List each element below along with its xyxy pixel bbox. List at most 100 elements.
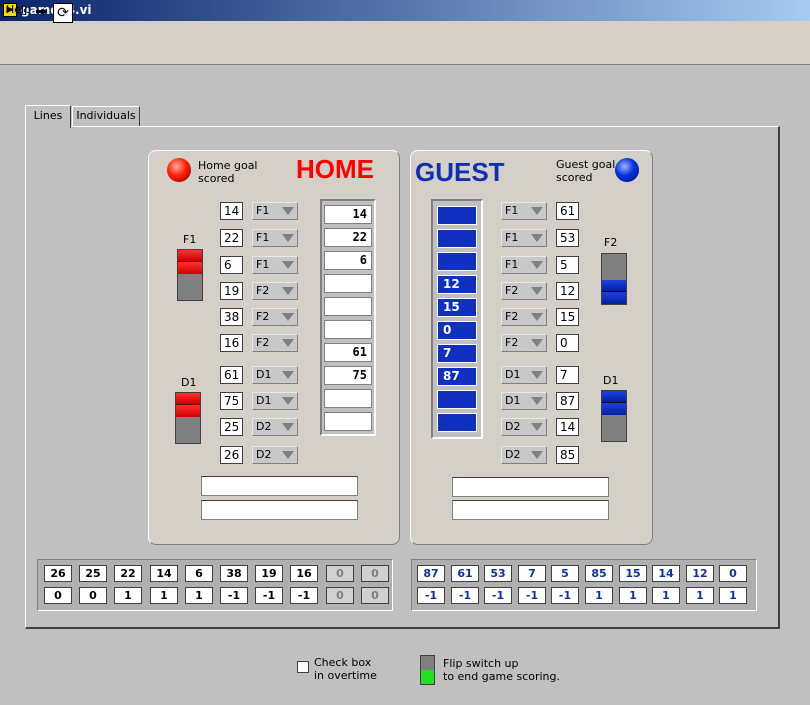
home-summary-cell[interactable]: 14: [150, 565, 178, 582]
overtime-checkbox[interactable]: [297, 661, 309, 673]
guest-summary-cell[interactable]: -1: [551, 587, 579, 604]
home-position-ring[interactable]: D2: [252, 418, 298, 436]
guest-player-number[interactable]: 5: [556, 256, 579, 274]
guest-player-number[interactable]: 14: [556, 418, 579, 436]
home-position-ring[interactable]: D2: [252, 446, 298, 464]
home-summary-cell[interactable]: 0: [326, 565, 354, 582]
guest-player-number[interactable]: 0: [556, 334, 579, 352]
guest-position-ring[interactable]: F2: [501, 334, 547, 352]
guest-summary-cell[interactable]: 0: [719, 565, 747, 582]
home-defense-slider[interactable]: [175, 392, 201, 444]
guest-on-ice-cell[interactable]: 0: [437, 321, 477, 340]
run-continuously-icon[interactable]: ⟳: [53, 3, 73, 23]
home-on-ice-cell[interactable]: [324, 389, 372, 408]
tab-lines[interactable]: Lines: [25, 105, 71, 128]
home-position-ring[interactable]: F1: [252, 202, 298, 220]
home-on-ice-cell[interactable]: [324, 274, 372, 293]
home-summary-cell[interactable]: 1: [150, 587, 178, 604]
home-on-ice-cell[interactable]: [324, 297, 372, 316]
home-on-ice-cell[interactable]: 6: [324, 251, 372, 270]
home-on-ice-cell[interactable]: [324, 320, 372, 339]
home-summary-cell[interactable]: 0: [361, 587, 389, 604]
guest-summary-cell[interactable]: 14: [652, 565, 680, 582]
guest-on-ice-cell[interactable]: 12: [437, 275, 477, 294]
guest-summary-cell[interactable]: 12: [686, 565, 714, 582]
home-player-number[interactable]: 75: [220, 392, 243, 410]
home-position-ring[interactable]: D1: [252, 392, 298, 410]
guest-position-ring[interactable]: D2: [501, 418, 547, 436]
guest-summary-cell[interactable]: 1: [686, 587, 714, 604]
home-player-number[interactable]: 26: [220, 446, 243, 464]
guest-player-number[interactable]: 61: [556, 202, 579, 220]
home-summary-cell[interactable]: 1: [185, 587, 213, 604]
home-summary-cell[interactable]: 25: [79, 565, 107, 582]
guest-position-ring[interactable]: F1: [501, 202, 547, 220]
home-player-number[interactable]: 38: [220, 308, 243, 326]
guest-forward-slider[interactable]: [601, 253, 627, 305]
guest-summary-cell[interactable]: 53: [484, 565, 512, 582]
home-position-ring[interactable]: D1: [252, 366, 298, 384]
guest-summary-cell[interactable]: 1: [585, 587, 613, 604]
home-position-ring[interactable]: F1: [252, 256, 298, 274]
home-on-ice-cell[interactable]: 22: [324, 228, 372, 247]
home-on-ice-cell[interactable]: 61: [324, 343, 372, 362]
guest-position-ring[interactable]: D2: [501, 446, 547, 464]
guest-summary-cell[interactable]: -1: [451, 587, 479, 604]
guest-position-ring[interactable]: F2: [501, 308, 547, 326]
guest-player-number[interactable]: 12: [556, 282, 579, 300]
home-player-number[interactable]: 22: [220, 229, 243, 247]
home-summary-cell[interactable]: 16: [290, 565, 318, 582]
guest-summary-cell[interactable]: 87: [417, 565, 445, 582]
home-summary-cell[interactable]: 0: [326, 587, 354, 604]
home-player-number[interactable]: 19: [220, 282, 243, 300]
home-on-ice-cell[interactable]: 75: [324, 366, 372, 385]
guest-on-ice-cell[interactable]: [437, 252, 477, 271]
home-summary-cell[interactable]: -1: [255, 587, 283, 604]
guest-player-number[interactable]: 87: [556, 392, 579, 410]
home-player-number[interactable]: 14: [220, 202, 243, 220]
guest-summary-cell[interactable]: -1: [484, 587, 512, 604]
home-summary-cell[interactable]: 26: [44, 565, 72, 582]
guest-on-ice-cell[interactable]: 15: [437, 298, 477, 317]
guest-on-ice-cell[interactable]: [437, 413, 477, 432]
home-string-2[interactable]: [201, 500, 358, 520]
home-summary-cell[interactable]: 6: [185, 565, 213, 582]
guest-on-ice-cell[interactable]: [437, 206, 477, 225]
guest-summary-cell[interactable]: 7: [518, 565, 546, 582]
home-position-ring[interactable]: F2: [252, 308, 298, 326]
guest-on-ice-cell[interactable]: [437, 390, 477, 409]
home-summary-cell[interactable]: 22: [114, 565, 142, 582]
home-goal-led[interactable]: [167, 158, 191, 182]
guest-string-1[interactable]: [452, 477, 609, 497]
home-position-ring[interactable]: F1: [252, 229, 298, 247]
guest-summary-cell[interactable]: 5: [551, 565, 579, 582]
home-player-number[interactable]: 16: [220, 334, 243, 352]
guest-player-number[interactable]: 7: [556, 366, 579, 384]
guest-position-ring[interactable]: F1: [501, 256, 547, 274]
home-position-ring[interactable]: F2: [252, 334, 298, 352]
home-summary-cell[interactable]: 1: [114, 587, 142, 604]
guest-summary-cell[interactable]: 15: [619, 565, 647, 582]
guest-player-number[interactable]: 53: [556, 229, 579, 247]
home-on-ice-cell[interactable]: 14: [324, 205, 372, 224]
home-summary-cell[interactable]: 38: [220, 565, 248, 582]
guest-summary-cell[interactable]: 1: [619, 587, 647, 604]
guest-summary-cell[interactable]: 1: [652, 587, 680, 604]
home-player-number[interactable]: 61: [220, 366, 243, 384]
guest-summary-cell[interactable]: -1: [518, 587, 546, 604]
run-arrow-icon[interactable]: ➡: [31, 3, 51, 23]
guest-summary-cell[interactable]: 61: [451, 565, 479, 582]
home-string-1[interactable]: [201, 476, 358, 496]
guest-summary-cell[interactable]: 85: [585, 565, 613, 582]
home-on-ice-cell[interactable]: [324, 412, 372, 431]
home-summary-cell[interactable]: 0: [361, 565, 389, 582]
guest-defense-slider[interactable]: [601, 390, 627, 442]
home-player-number[interactable]: 6: [220, 256, 243, 274]
guest-position-ring[interactable]: D1: [501, 392, 547, 410]
guest-on-ice-cell[interactable]: [437, 229, 477, 248]
guest-goal-led[interactable]: [615, 158, 639, 182]
home-position-ring[interactable]: F2: [252, 282, 298, 300]
guest-on-ice-cell[interactable]: 7: [437, 344, 477, 363]
guest-position-ring[interactable]: F1: [501, 229, 547, 247]
guest-position-ring[interactable]: D1: [501, 366, 547, 384]
